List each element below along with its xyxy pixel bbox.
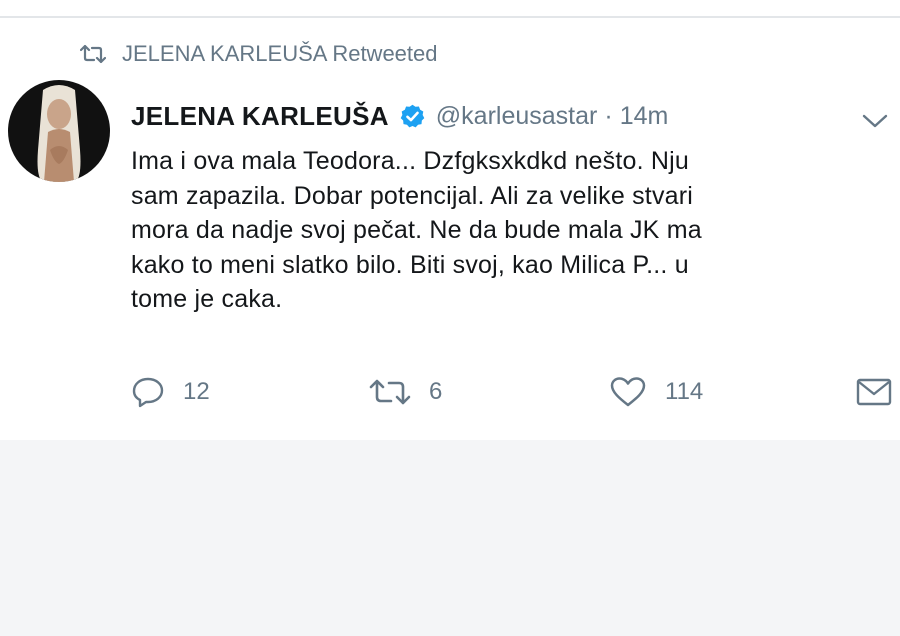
- like-button[interactable]: 114: [609, 372, 703, 412]
- tweet-text-line: kako to meni slatko bilo. Biti svoj, kao…: [131, 250, 689, 279]
- reply-count: 12: [183, 378, 210, 405]
- avatar[interactable]: [8, 80, 110, 182]
- verified-badge-icon: [400, 104, 425, 127]
- tweet-actions: 12 6 114: [131, 372, 896, 412]
- envelope-icon: [856, 378, 892, 406]
- chevron-down-icon[interactable]: [858, 110, 892, 132]
- separator-dot: ·: [604, 101, 613, 130]
- avatar-image: [8, 80, 110, 182]
- retweet-icon: [80, 44, 106, 64]
- tweet-text-line: sam zapazila. Dobar potencijal. Ali za v…: [131, 181, 694, 210]
- retweet-icon: [369, 379, 411, 405]
- tweet-header: JELENA KARLEUŠA @karleusastar · 14m: [131, 96, 668, 136]
- retweet-context-text[interactable]: JELENA KARLEUŠA Retweeted: [122, 41, 438, 67]
- like-count: 114: [665, 378, 704, 405]
- timestamp[interactable]: 14m: [620, 102, 669, 131]
- tweet-text-line: Ima i ova mala Teodora... Dzfgksxkdkd ne…: [131, 147, 690, 175]
- retweet-context: JELENA KARLEUŠA Retweeted: [80, 40, 438, 68]
- display-name[interactable]: JELENA KARLEUŠA: [131, 101, 389, 132]
- tweet-text-line: mora da nadje svoj pečat. Ne da bude mal…: [131, 216, 702, 244]
- reply-button[interactable]: 12: [131, 372, 210, 412]
- handle[interactable]: @karleusastar: [436, 102, 598, 131]
- tweet-text-line: tome je caka.: [131, 285, 283, 313]
- heart-icon: [610, 377, 646, 407]
- retweet-count: 6: [429, 378, 443, 405]
- direct-message-button[interactable]: [856, 372, 900, 412]
- tweet-text: Ima i ova mala Teodora... Dzfgksxkdkd ne…: [131, 144, 871, 317]
- top-divider-strip: [0, 0, 900, 18]
- retweet-button[interactable]: 6: [369, 372, 442, 412]
- reply-icon: [132, 377, 164, 408]
- empty-background: [0, 440, 900, 636]
